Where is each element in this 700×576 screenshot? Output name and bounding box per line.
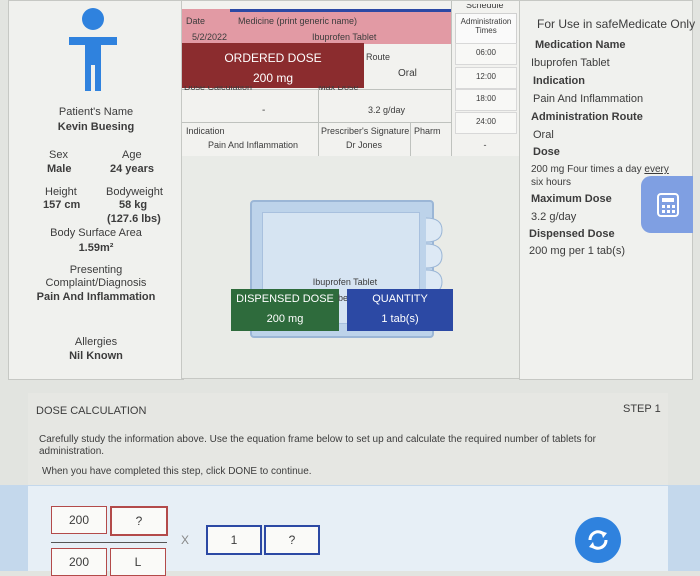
bsa-label: Body Surface Area [50,227,142,239]
patient-name: Kevin Buesing [57,121,135,133]
allergies-value: Nil Known [69,350,123,362]
dose-info-text: 200 mg Four times a day [531,164,642,175]
dose-info-label: Dose [533,146,560,158]
indication-value: Pain And Inflammation [208,140,299,150]
height-label: Height [45,186,77,198]
admin-time-cell: 24:00 [455,112,517,134]
medicine-value: Ibuprofen Tablet [312,32,377,42]
route-label: Route [366,52,391,62]
step-instruction-2: When you have completed this step, click… [42,466,312,477]
age-value: 24 years [110,163,155,175]
patient-panel: Patient's Name Kevin Buesing Sex Male Ag… [8,0,184,380]
denominator-right-input[interactable]: L [110,548,166,576]
times-sign: X [181,533,190,547]
admin-times-label-2: Times [475,26,497,35]
reset-button[interactable] [575,517,621,563]
dose-info-text-1: 200 mg Four times a day every [531,164,669,175]
bodyweight-lbs: (127.6 lbs) [107,213,161,225]
indication-info-value: Pain And Inflammation [533,93,644,105]
ordered-dose-value: 200 mg [252,71,294,85]
med-name-label: Medication Name [535,39,626,51]
dose-calc-label: Dose Calculation [184,86,253,91]
sex-label: Sex [49,149,68,161]
dose-calc-dash: - [262,105,266,116]
date-label: Date [186,16,206,26]
step-title: DOSE CALCULATION [36,405,147,417]
dispensed-info-value: 200 mg per 1 tab(s) [529,245,625,257]
step-instruction: Carefully study the information above. U… [39,434,596,457]
quantity-value: 1 tab(s) [381,313,419,325]
fraction-line [51,542,167,543]
patient-name-label: Patient's Name [58,106,134,118]
bsa-value: 1.59m² [78,242,114,254]
ordered-dose-label: ORDERED DOSE [224,51,322,65]
admin-time: 24:00 [475,117,497,126]
dispensed-dose-label: DISPENSED DOSE [236,293,334,305]
drug-box-name: Ibuprofen Tablet [312,277,378,287]
admin-time: 12:00 [475,72,497,81]
multiplier-right-input[interactable]: ? [264,525,320,555]
admin-times-header: Administration Times [455,13,517,45]
bodyweight-value: 58 kg [119,199,148,211]
complaint-value: Pain And Inflammation [36,291,156,303]
sex-value: Male [47,163,72,175]
info-title: For Use in safeMedicate Only [537,17,696,31]
max-dose-value: 3.2 g/day [368,105,406,115]
dispensed-dose-value: 200 mg [266,313,304,325]
pharm-label: Pharm [414,126,441,136]
prescriber-label: Prescriber's Signature [321,126,410,136]
prescriber-value: Dr Jones [346,140,383,150]
denominator-left-input[interactable]: 200 [51,548,107,576]
dose-info-text-2: six hours [531,177,572,188]
age-label: Age [122,149,142,161]
admin-time: 18:00 [475,94,497,103]
quantity-label: QUANTITY [372,293,428,305]
complaint-label-1: Presenting [69,264,123,276]
dispensed-dose-box: DISPENSED DOSE 200 mg [231,289,339,331]
max-dose-info-value: 3.2 g/day [531,211,577,223]
calculator-button[interactable] [641,176,693,233]
medication-chart: Date 5/2/2022 Medicine (print generic na… [181,0,521,158]
quantity-box: QUANTITY 1 tab(s) [347,289,453,331]
admin-times-label-1: Administration [460,17,512,26]
admin-time-cell: 06:00 [455,43,517,65]
refresh-icon [588,530,608,550]
max-dose-label: Max Dose [318,86,359,91]
numerator-left-input[interactable]: 200 [51,506,107,534]
admin-time: 06:00 [475,48,497,57]
chart-top-stripe [230,9,451,12]
calculator-icon [657,193,679,217]
medicine-label: Medicine (print generic name) [238,16,358,26]
admin-time-dash: - [483,140,487,150]
route-value: Oral [398,68,417,79]
indication-info-label: Indication [533,75,585,87]
date-value: 5/2/2022 [192,32,228,42]
max-dose-info-label: Maximum Dose [531,193,612,205]
multiplier-left-input[interactable]: 1 [206,525,262,555]
indication-label: Indication [186,126,225,136]
allergies-label: Allergies [74,336,118,348]
route-info-value: Oral [533,129,554,141]
med-name-value: Ibuprofen Tablet [531,57,610,69]
dispensed-info-label: Dispensed Dose [529,228,615,240]
height-value: 157 cm [43,199,81,211]
step-label: STEP 1 [623,403,661,415]
dose-every-link[interactable]: every [644,164,668,175]
person-icon [69,8,117,91]
admin-time-cell: 12:00 [455,67,517,89]
bodyweight-label: Bodyweight [106,186,163,198]
numerator-right-input[interactable]: ? [110,506,168,536]
admin-time-cell: 18:00 [455,89,517,111]
route-info-label: Administration Route [531,111,643,123]
admin-header-cut: Schedule [466,4,504,9]
ordered-dose-box: ORDERED DOSE 200 mg [182,43,364,88]
complaint-label-2: Complaint/Diagnosis [45,277,147,289]
